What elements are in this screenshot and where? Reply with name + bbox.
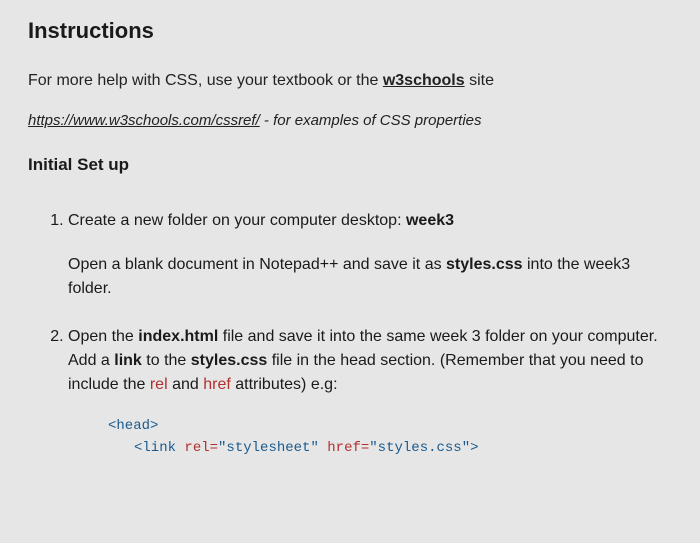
step2-href-attr: href xyxy=(203,376,231,393)
step2-d: to the xyxy=(142,352,191,369)
intro-paragraph: For more help with CSS, use your textboo… xyxy=(28,72,672,90)
step1-folder-name: week3 xyxy=(406,212,454,229)
steps-list: Create a new folder on your computer des… xyxy=(28,209,672,460)
step2-rel-attr: rel xyxy=(150,376,168,393)
intro-text-prefix: For more help with CSS, use your textboo… xyxy=(28,72,383,89)
heading-initial-setup: Initial Set up xyxy=(28,155,672,175)
step2-a: Open the xyxy=(68,328,138,345)
code-href-val: "styles.css" xyxy=(369,440,470,456)
document-page: Instructions For more help with CSS, use… xyxy=(0,0,700,543)
cssref-link[interactable]: https://www.w3schools.com/cssref/ xyxy=(28,112,260,129)
w3schools-link[interactable]: w3schools xyxy=(383,72,465,89)
step-2: Open the index.html file and save it int… xyxy=(68,325,672,460)
intro-text-suffix: site xyxy=(465,72,494,89)
step2-link: link xyxy=(114,352,142,369)
url-suffix: - for examples of CSS properties xyxy=(260,112,482,129)
code-rel-val: "stylesheet" xyxy=(218,440,319,456)
code-block: <head> <link rel="stylesheet" href="styl… xyxy=(108,415,672,460)
heading-instructions: Instructions xyxy=(28,18,672,44)
code-href-name: href= xyxy=(327,440,369,456)
step-1: Create a new folder on your computer des… xyxy=(68,209,672,301)
code-rel-name: rel= xyxy=(184,440,218,456)
step2-g: attributes) e.g: xyxy=(231,376,338,393)
step1-sub-filename: styles.css xyxy=(446,256,523,273)
step1-sub-a: Open a blank document in Notepad++ and s… xyxy=(68,256,446,273)
step1-sub: Open a blank document in Notepad++ and s… xyxy=(68,253,672,301)
step2-index: index.html xyxy=(138,328,218,345)
url-line: https://www.w3schools.com/cssref/ - for … xyxy=(28,112,672,129)
code-head-tag: <head> xyxy=(108,418,158,434)
code-line-1: <head> xyxy=(108,415,672,437)
code-line-2: <link rel="stylesheet" href="styles.css"… xyxy=(108,437,672,459)
code-link-open: <link xyxy=(134,440,184,456)
step2-styles: styles.css xyxy=(191,352,268,369)
code-link-close: > xyxy=(470,440,478,456)
step1-text: Create a new folder on your computer des… xyxy=(68,212,406,229)
code-gap xyxy=(319,440,327,456)
step2-f: and xyxy=(168,376,204,393)
